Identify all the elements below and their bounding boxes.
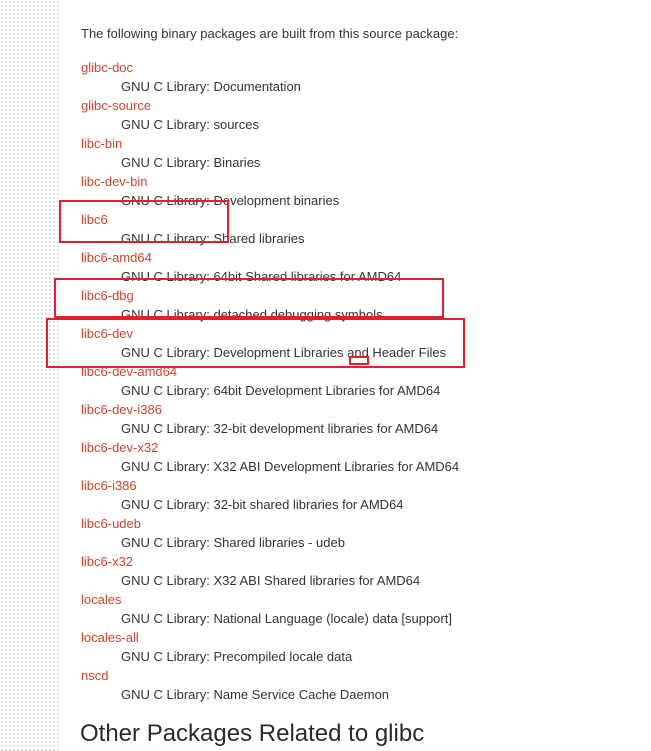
intro-text: The following binary packages are built … <box>81 26 459 41</box>
package-link-nscd[interactable]: nscd <box>81 668 108 683</box>
package-description: GNU C Library: Documentation <box>121 79 301 94</box>
package-description: GNU C Library: Shared libraries <box>121 231 305 246</box>
package-description: GNU C Library: Development Libraries and… <box>121 345 447 360</box>
package-link-libc6[interactable]: libc6 <box>81 212 108 227</box>
package-link-libc6-dev-i386[interactable]: libc6-dev-i386 <box>81 402 162 417</box>
package-entry-glibc-doc: glibc-doc <box>81 58 459 77</box>
package-description: GNU C Library: National Language (locale… <box>121 611 452 626</box>
package-description: GNU C Library: 32-bit development librar… <box>121 421 439 436</box>
package-link-libc6-udeb[interactable]: libc6-udeb <box>81 516 141 531</box>
package-entry-locales-all: locales-all <box>81 628 459 647</box>
package-entry-libc6-i386: libc6-i386 <box>81 476 459 495</box>
package-description: GNU C Library: Name Service Cache Daemon <box>121 687 390 702</box>
package-entry-libc6-dev-amd64: libc6-dev-amd64 <box>81 362 459 381</box>
package-entry-glibc-source: glibc-source <box>81 96 459 115</box>
left-dotted-margin <box>0 0 60 751</box>
package-entry-libc6-dbg: libc6-dbg <box>81 286 459 305</box>
package-link-libc-bin[interactable]: libc-bin <box>81 136 122 151</box>
package-link-libc-dev-bin[interactable]: libc-dev-bin <box>81 174 147 189</box>
package-entry-libc6-udeb: libc6-udeb <box>81 514 459 533</box>
package-link-libc6-dev-amd64[interactable]: libc6-dev-amd64 <box>81 364 177 379</box>
package-description: GNU C Library: Shared libraries - udeb <box>121 535 345 550</box>
package-entry-libc6-dev-i386: libc6-dev-i386 <box>81 400 459 419</box>
package-link-libc6-dbg[interactable]: libc6-dbg <box>81 288 134 303</box>
section-heading-related-packages: Other Packages Related to glibc <box>80 720 425 747</box>
package-entry-libc6-dev: libc6-dev <box>81 324 459 343</box>
package-page: The following binary packages are built … <box>0 0 651 751</box>
package-link-glibc-source[interactable]: glibc-source <box>81 98 151 113</box>
package-description: GNU C Library: X32 ABI Development Libra… <box>121 459 460 474</box>
package-description: GNU C Library: 64bit Shared libraries fo… <box>121 269 402 284</box>
package-link-libc6-i386[interactable]: libc6-i386 <box>81 478 137 493</box>
binary-package-list: glibc-doc GNU C Library: Documentation gli… <box>81 58 459 704</box>
package-description: GNU C Library: X32 ABI Shared libraries … <box>121 573 421 588</box>
package-entry-locales: locales <box>81 590 459 609</box>
package-entry-libc-dev-bin: libc-dev-bin <box>81 172 459 191</box>
package-link-libc6-dev-x32[interactable]: libc6-dev-x32 <box>81 440 158 455</box>
package-link-locales-all[interactable]: locales-all <box>81 630 139 645</box>
package-description: GNU C Library: 32-bit shared libraries f… <box>121 497 404 512</box>
package-link-locales[interactable]: locales <box>81 592 121 607</box>
package-link-libc6-amd64[interactable]: libc6-amd64 <box>81 250 152 265</box>
package-description: GNU C Library: Development binaries <box>121 193 340 208</box>
package-description: GNU C Library: 64bit Development Librari… <box>121 383 441 398</box>
package-description: GNU C Library: Precompiled locale data <box>121 649 353 664</box>
package-link-glibc-doc[interactable]: glibc-doc <box>81 60 133 75</box>
package-entry-libc6-dev-x32: libc6-dev-x32 <box>81 438 459 457</box>
package-entry-libc-bin: libc-bin <box>81 134 459 153</box>
package-entry-libc6-amd64: libc6-amd64 <box>81 248 459 267</box>
package-link-libc6-x32[interactable]: libc6-x32 <box>81 554 133 569</box>
package-entry-libc6-x32: libc6-x32 <box>81 552 459 571</box>
package-entry-nscd: nscd <box>81 666 459 685</box>
package-description: GNU C Library: detached debugging symbol… <box>121 307 383 322</box>
package-description: GNU C Library: sources <box>121 117 259 132</box>
package-description: GNU C Library: Binaries <box>121 155 261 170</box>
package-link-libc6-dev[interactable]: libc6-dev <box>81 326 133 341</box>
package-entry-libc6: libc6 <box>81 210 459 229</box>
